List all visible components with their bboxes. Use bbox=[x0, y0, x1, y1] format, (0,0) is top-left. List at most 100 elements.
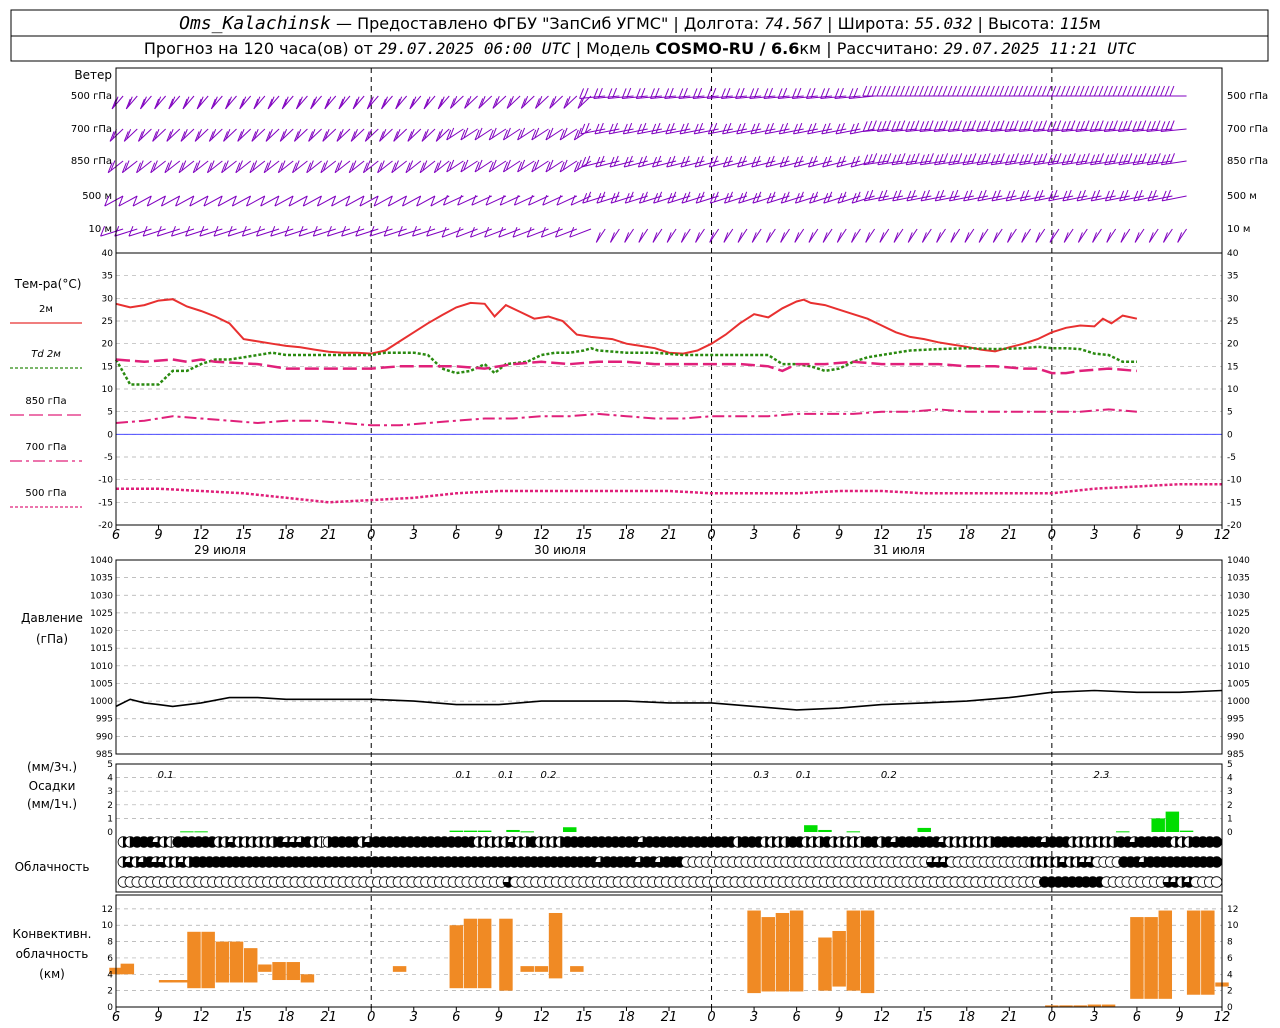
x-tick-label: 15 bbox=[916, 1010, 933, 1024]
pressure-tick-left: 990 bbox=[96, 732, 113, 742]
precip-tick-left: 2 bbox=[107, 801, 113, 811]
wind-barb-feather bbox=[1160, 154, 1166, 165]
wind-barb-feather bbox=[1108, 85, 1113, 97]
wind-barb-feather bbox=[1046, 85, 1052, 97]
wind-barb-feather bbox=[1169, 85, 1175, 97]
temp-tick-left: 40 bbox=[102, 249, 114, 259]
conv-tick-left: 6 bbox=[107, 954, 113, 964]
wind-barb-feather bbox=[995, 189, 1001, 201]
x-tick-label: 6 bbox=[112, 1010, 120, 1024]
wind-barb bbox=[246, 195, 266, 207]
wind-barb bbox=[168, 95, 181, 110]
wind-barb-feather bbox=[627, 122, 633, 134]
x-tick-label: 21 bbox=[1001, 1010, 1018, 1024]
precip-tick-right: 1 bbox=[1227, 814, 1233, 824]
wind-barb bbox=[948, 153, 974, 166]
x-tick-label: 12 bbox=[193, 1010, 210, 1024]
cloud-circle bbox=[1210, 836, 1223, 848]
x-tick-label: 18 bbox=[278, 1010, 295, 1024]
convective-bar bbox=[789, 910, 804, 992]
precip-total-label: 0.3 bbox=[753, 770, 769, 781]
wind-barb-feather bbox=[613, 122, 618, 134]
convective-bar bbox=[832, 930, 846, 987]
x-tick-label: 18 bbox=[278, 528, 295, 543]
wind-barb-shaft bbox=[217, 195, 237, 207]
conv-tick-left: 8 bbox=[107, 938, 113, 948]
wind-barb bbox=[460, 159, 478, 173]
wind-barb-feather bbox=[736, 123, 742, 135]
wind-barb bbox=[182, 95, 195, 110]
wind-barb-feather bbox=[952, 153, 958, 165]
wind-barb-feather bbox=[1061, 154, 1067, 165]
convective-bar bbox=[761, 917, 775, 992]
cloud-symbol bbox=[1210, 836, 1223, 848]
pressure-tick-left: 1025 bbox=[90, 609, 113, 619]
wind-barb bbox=[1177, 228, 1187, 243]
wind-barb-feather bbox=[943, 153, 949, 164]
x-tick-label: 12 bbox=[873, 528, 890, 543]
precip-total-label: 0.2 bbox=[541, 770, 557, 781]
wind-barb bbox=[446, 127, 464, 141]
precip-bar bbox=[1116, 831, 1130, 833]
wind-barb-feather bbox=[919, 154, 925, 165]
wind-barb bbox=[992, 228, 1003, 243]
conv-tick-right: 4 bbox=[1227, 970, 1233, 980]
pressure-tick-right: 1010 bbox=[1227, 662, 1250, 672]
wind-barb-feather bbox=[1084, 85, 1090, 97]
wind-barb-feather bbox=[1170, 153, 1175, 164]
wind-barb-feather bbox=[1060, 85, 1066, 97]
wind-barb-shaft bbox=[1048, 195, 1074, 202]
convective-bar bbox=[449, 925, 464, 989]
wind-barb bbox=[1106, 228, 1117, 243]
temp-tick-right: 40 bbox=[1227, 249, 1239, 259]
wind-barb-feather bbox=[778, 123, 784, 135]
x-tick-label: 21 bbox=[661, 1010, 678, 1024]
wind-barb-shaft bbox=[949, 195, 974, 202]
wind-barb-feather bbox=[895, 85, 901, 97]
wind-barb bbox=[320, 160, 337, 174]
convective-bar bbox=[1186, 910, 1201, 995]
x-tick-label: 18 bbox=[958, 1010, 975, 1024]
wind-barb-feather bbox=[637, 123, 642, 135]
convective-bar bbox=[187, 931, 201, 989]
wind-barb bbox=[416, 195, 436, 207]
precip-tick-right: 4 bbox=[1227, 774, 1233, 784]
wind-barb bbox=[1118, 153, 1145, 166]
precip-tick-right: 5 bbox=[1227, 760, 1233, 770]
wind-barb-feather bbox=[948, 154, 954, 165]
wind-barb bbox=[132, 195, 152, 207]
x-tick-label: 0 bbox=[367, 1010, 375, 1024]
wind-barb-shaft bbox=[764, 128, 790, 135]
x-tick-label: 12 bbox=[533, 528, 550, 543]
wind-barb-shaft bbox=[345, 195, 365, 207]
x-tick-label: 3 bbox=[1090, 528, 1098, 543]
wind-barb-feather bbox=[683, 122, 689, 134]
wind-barb-shaft bbox=[850, 128, 875, 135]
pressure-tick-right: 1020 bbox=[1227, 627, 1250, 637]
temp-legend-label: Td 2м bbox=[31, 349, 61, 360]
wind-barb-shaft bbox=[359, 195, 379, 207]
x-tick-label: 3 bbox=[750, 528, 758, 543]
x-tick-label: 9 bbox=[1175, 1010, 1183, 1024]
wind-barb bbox=[1161, 189, 1187, 202]
wind-barb bbox=[934, 153, 960, 166]
wind-barb bbox=[569, 227, 592, 238]
wind-barb-feather bbox=[961, 85, 967, 97]
x-tick-label: 9 bbox=[1175, 528, 1183, 543]
wind-barb-shaft bbox=[331, 195, 351, 207]
wind-barb bbox=[517, 159, 535, 173]
wind-barb-feather bbox=[1099, 153, 1105, 164]
wind-barb-feather bbox=[1133, 190, 1139, 202]
wind-barb-feather bbox=[933, 85, 939, 97]
wind-barb-shaft bbox=[736, 128, 762, 135]
wind-barb bbox=[680, 228, 691, 243]
pressure-tick-right: 1030 bbox=[1227, 591, 1250, 601]
wind-barb-feather bbox=[1005, 190, 1011, 202]
x-tick-label: 6 bbox=[452, 1010, 460, 1024]
wind-barb-feather bbox=[1094, 153, 1100, 165]
wind-barb-feather bbox=[1141, 153, 1147, 164]
wind-barb bbox=[936, 228, 946, 243]
wind-barb bbox=[559, 159, 578, 173]
pressure-tick-left: 995 bbox=[96, 715, 113, 725]
calc-time: 29.07.2025 11:21 UTC bbox=[943, 39, 1136, 58]
